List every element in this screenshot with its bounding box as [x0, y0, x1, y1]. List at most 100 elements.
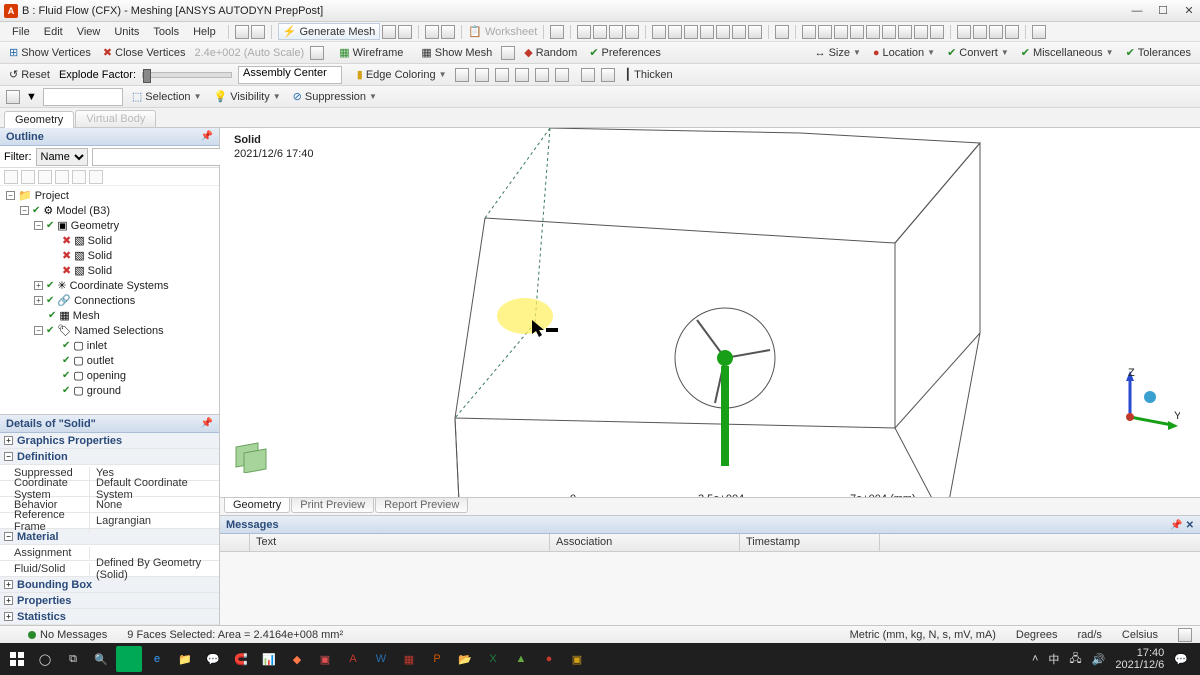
- zoom-icon[interactable]: [850, 25, 864, 39]
- edge-icon[interactable]: [555, 68, 569, 82]
- wechat-icon[interactable]: 💬: [200, 646, 226, 672]
- excel-icon[interactable]: X: [480, 646, 506, 672]
- filter-combo[interactable]: [43, 88, 123, 106]
- outline-tool-icon[interactable]: [4, 170, 18, 184]
- toolbar-icon[interactable]: [235, 25, 249, 39]
- tree-connections[interactable]: +✔🔗Connections: [34, 293, 219, 308]
- toolbar-icon[interactable]: [930, 25, 944, 39]
- pin-icon[interactable]: 📌: [201, 418, 213, 429]
- menu-edit[interactable]: Edit: [38, 24, 69, 40]
- show-mesh-button[interactable]: ▦Show Mesh: [418, 46, 495, 59]
- random-button[interactable]: ◆Random: [521, 46, 580, 59]
- toolbar-icon[interactable]: [1005, 25, 1019, 39]
- tray-volume-icon[interactable]: 🔊: [1092, 653, 1106, 666]
- toolbar-icon[interactable]: [732, 25, 746, 39]
- suppression-button[interactable]: ⊘Suppression▼: [290, 90, 380, 103]
- viewtab-print[interactable]: Print Preview: [291, 498, 374, 513]
- toolbar-icon[interactable]: [668, 25, 682, 39]
- tray-clock[interactable]: 17:40 2021/12/6: [1115, 647, 1164, 671]
- menu-file[interactable]: File: [6, 24, 36, 40]
- tree-mesh[interactable]: ✔▦Mesh: [34, 308, 219, 323]
- minimize-button[interactable]: —: [1130, 4, 1144, 18]
- col-association[interactable]: Association: [550, 534, 740, 551]
- toolbar-icon[interactable]: [581, 68, 595, 82]
- menu-view[interactable]: View: [71, 24, 107, 40]
- toolbar-icon[interactable]: [684, 25, 698, 39]
- toolbar-icon[interactable]: [593, 25, 607, 39]
- maximize-button[interactable]: ☐: [1156, 4, 1170, 18]
- show-vertices-button[interactable]: ⊞Show Vertices: [6, 46, 94, 59]
- tree-named-selections[interactable]: −✔🏷Named Selections: [34, 323, 219, 338]
- misc-button[interactable]: ✔Miscellaneous▼: [1018, 46, 1117, 59]
- outline-tool-icon[interactable]: [21, 170, 35, 184]
- tree-solid[interactable]: ✖▧Solid: [48, 233, 219, 248]
- viewtab-report[interactable]: Report Preview: [375, 498, 468, 513]
- tree-coord-systems[interactable]: +✔✳Coordinate Systems: [34, 278, 219, 293]
- cortana-icon[interactable]: ◯: [32, 646, 58, 672]
- taskbar-app[interactable]: 🧲: [228, 646, 254, 672]
- toolbar-icon[interactable]: [989, 25, 1003, 39]
- close-icon[interactable]: ✕: [1186, 520, 1194, 531]
- wireframe-button[interactable]: ▦Wireframe: [336, 46, 406, 59]
- toolbar-icon[interactable]: [1032, 25, 1046, 39]
- tree-ns-outlet[interactable]: ✔▢outlet: [48, 353, 219, 368]
- details-cat-material[interactable]: −Material: [0, 529, 219, 545]
- tree-ns-ground[interactable]: ✔▢ground: [48, 383, 219, 398]
- start-button[interactable]: [4, 646, 30, 672]
- tree-model[interactable]: −✔⚙Model (B3): [20, 203, 219, 218]
- select-icon[interactable]: [550, 25, 564, 39]
- toolbar-icon[interactable]: [898, 25, 912, 39]
- tree-solid[interactable]: ✖▧Solid: [48, 263, 219, 278]
- details-row[interactable]: Reference FrameLagrangian: [0, 513, 219, 529]
- edge-icon[interactable]: [535, 68, 549, 82]
- folder-icon[interactable]: 📂: [452, 646, 478, 672]
- tolerances-button[interactable]: ✔Tolerances: [1123, 46, 1194, 59]
- taskbar-app[interactable]: ▣: [564, 646, 590, 672]
- tab-geometry[interactable]: Geometry: [4, 111, 74, 128]
- tab-virtual-body[interactable]: Virtual Body: [75, 110, 156, 127]
- search-icon[interactable]: 🔍: [88, 646, 114, 672]
- filter-input[interactable]: [92, 148, 236, 166]
- magnify-icon[interactable]: [914, 25, 928, 39]
- tree-project[interactable]: −📁Project: [6, 188, 219, 203]
- details-row[interactable]: Fluid/SolidDefined By Geometry (Solid): [0, 561, 219, 577]
- status-icon[interactable]: [1178, 628, 1192, 642]
- size-button[interactable]: ↔Size▼: [812, 47, 864, 59]
- filter-icon[interactable]: [6, 90, 20, 104]
- tree-ns-opening[interactable]: ✔▢opening: [48, 368, 219, 383]
- ppt-icon[interactable]: P: [424, 646, 450, 672]
- rotate-icon[interactable]: [802, 25, 816, 39]
- tree-geometry[interactable]: −✔▣Geometry: [34, 218, 219, 233]
- pin-icon[interactable]: 📌: [201, 131, 213, 142]
- word-icon[interactable]: W: [368, 646, 394, 672]
- toolbar-icon[interactable]: [310, 46, 324, 60]
- tray-ime-icon[interactable]: 中: [1048, 651, 1059, 667]
- details-row[interactable]: Coordinate SystemDefault Coordinate Syst…: [0, 481, 219, 497]
- tray-notifications-icon[interactable]: 💬: [1174, 653, 1188, 666]
- toolbar-icon[interactable]: [973, 25, 987, 39]
- toolbar-icon[interactable]: [577, 25, 591, 39]
- toolbar-icon[interactable]: [382, 25, 396, 39]
- viewtab-geometry[interactable]: Geometry: [224, 498, 290, 513]
- edge-icon[interactable]: [455, 68, 469, 82]
- toolbar-icon[interactable]: [609, 25, 623, 39]
- menu-units[interactable]: Units: [108, 24, 145, 40]
- taskbar-app[interactable]: [116, 646, 142, 672]
- orientation-triad[interactable]: Z Y: [1110, 367, 1180, 437]
- details-cat-definition[interactable]: −Definition: [0, 449, 219, 465]
- visibility-button[interactable]: 💡Visibility▼: [210, 90, 283, 103]
- outline-tree[interactable]: −📁Project −✔⚙Model (B3) −✔▣Geometry ✖▧So…: [0, 186, 219, 414]
- pan-icon[interactable]: [818, 25, 832, 39]
- edge-icon[interactable]: [515, 68, 529, 82]
- toolbar-icon[interactable]: [716, 25, 730, 39]
- reset-button[interactable]: ↺Reset: [6, 68, 53, 81]
- toolbar-icon[interactable]: [700, 25, 714, 39]
- edge-icon[interactable]: e: [144, 646, 170, 672]
- edge-icon[interactable]: [475, 68, 489, 82]
- generate-mesh-button[interactable]: ⚡ Generate Mesh: [278, 23, 381, 40]
- outline-tool-icon[interactable]: [72, 170, 86, 184]
- details-cat-stats[interactable]: +Statistics: [0, 609, 219, 625]
- preferences-button[interactable]: ✔Preferences: [586, 46, 664, 59]
- close-button[interactable]: ✕: [1182, 4, 1196, 18]
- col-icon[interactable]: [220, 534, 250, 551]
